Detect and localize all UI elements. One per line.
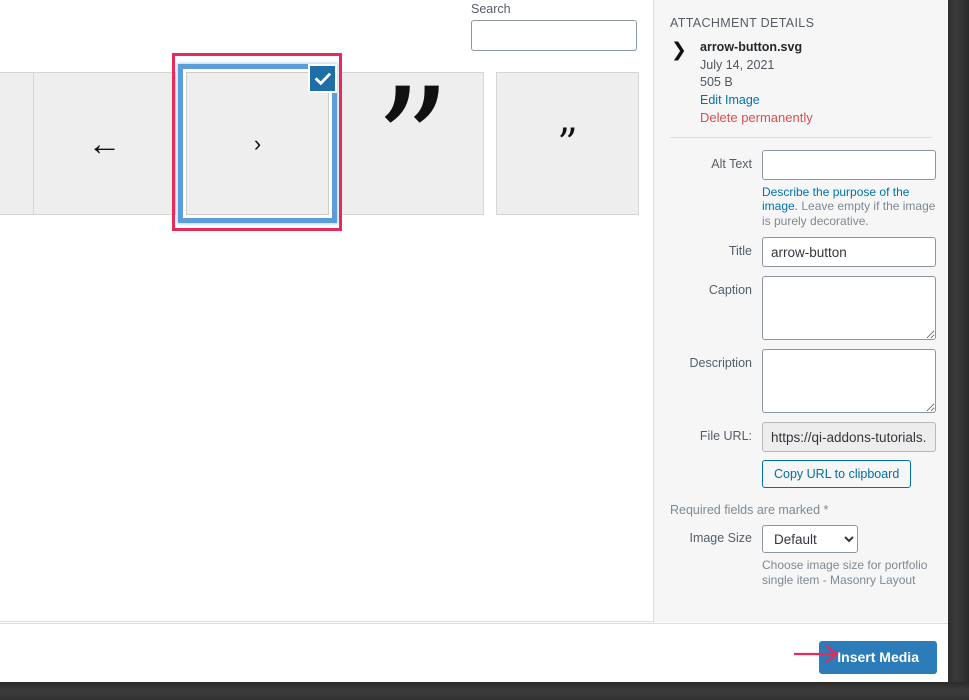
description-label: Description xyxy=(689,356,752,370)
search-input[interactable] xyxy=(471,20,637,51)
attachment-details-sidebar: ATTACHMENT DETAILS ❯ arrow-button.svg Ju… xyxy=(653,0,948,622)
media-grid-region: ← › ” ” Search xyxy=(0,0,653,622)
caption-label: Caption xyxy=(708,283,752,297)
media-modal: ← › ” ” Search ATTACHMENT DETAILS ❯ arro… xyxy=(0,0,948,682)
image-size-label: Image Size xyxy=(689,531,752,545)
caption-textarea[interactable] xyxy=(762,276,936,340)
media-item-thumbnail[interactable]: ← xyxy=(33,72,176,215)
title-label: Title xyxy=(728,244,752,258)
arrow-left-icon: ← xyxy=(87,124,122,163)
image-size-select[interactable]: DefaultThumbnailMediumLargeFull Size xyxy=(762,525,858,553)
media-library-modal-screen: ← › ” ” Search ATTACHMENT DETAILS ❯ arro… xyxy=(0,0,969,700)
modal-footer: Insert Media xyxy=(0,623,948,682)
chevron-right-icon: › xyxy=(253,130,262,156)
attachment-thumbnail-icon: ❯ xyxy=(671,39,687,62)
attachment-date: July 14, 2021 xyxy=(700,57,775,72)
image-size-help: Choose image size for portfolio single i… xyxy=(762,558,928,587)
selected-check-badge[interactable] xyxy=(308,64,337,93)
alt-text-input[interactable] xyxy=(762,149,936,180)
file-url-input[interactable] xyxy=(762,422,936,452)
field-row-alt-text: Alt Text Describe the purpose of the ima… xyxy=(668,149,936,229)
image-size-section: Image Size DefaultThumbnailMediumLargeFu… xyxy=(654,525,948,587)
sidebar-heading: ATTACHMENT DETAILS xyxy=(670,16,815,30)
required-fields-note: Required fields are marked * xyxy=(670,503,829,517)
media-item-thumbnail[interactable]: ” xyxy=(341,72,484,215)
field-row-description: Description xyxy=(668,349,936,413)
description-textarea[interactable] xyxy=(762,349,936,413)
alt-text-label: Alt Text xyxy=(711,156,752,171)
media-item-thumbnail-selected[interactable]: › xyxy=(186,72,329,215)
media-search: Search xyxy=(471,2,641,51)
field-row-file-url: File URL: Copy URL to clipboard xyxy=(668,422,936,488)
attachment-details-form: Alt Text Describe the purpose of the ima… xyxy=(654,138,948,488)
copy-url-button[interactable]: Copy URL to clipboard xyxy=(762,460,912,488)
edit-image-link[interactable]: Edit Image xyxy=(700,92,932,110)
quote-mark-icon: ” xyxy=(557,120,578,167)
page-right-gutter xyxy=(948,0,969,700)
page-bottom-bar xyxy=(0,682,969,700)
media-item-thumbnail[interactable]: ” xyxy=(496,72,639,215)
field-row-image-size: Image Size DefaultThumbnailMediumLargeFu… xyxy=(668,525,934,587)
file-url-label: File URL: xyxy=(699,429,752,443)
attachment-filename: arrow-button.svg xyxy=(700,40,803,54)
delete-permanently-link[interactable]: Delete permanently xyxy=(700,109,932,127)
field-row-title: Title xyxy=(668,237,936,267)
field-row-caption: Caption xyxy=(668,276,936,340)
attachment-summary: ❯ arrow-button.svg July 14, 2021 505 B E… xyxy=(654,30,948,127)
attachment-filesize: 505 B xyxy=(700,75,733,89)
search-label: Search xyxy=(471,2,511,16)
quote-mark-icon: ” xyxy=(374,72,451,215)
alt-text-help: Describe the purpose of the image. Leave… xyxy=(762,185,938,229)
insert-media-button[interactable]: Insert Media xyxy=(819,641,937,674)
title-input[interactable] xyxy=(762,237,936,267)
